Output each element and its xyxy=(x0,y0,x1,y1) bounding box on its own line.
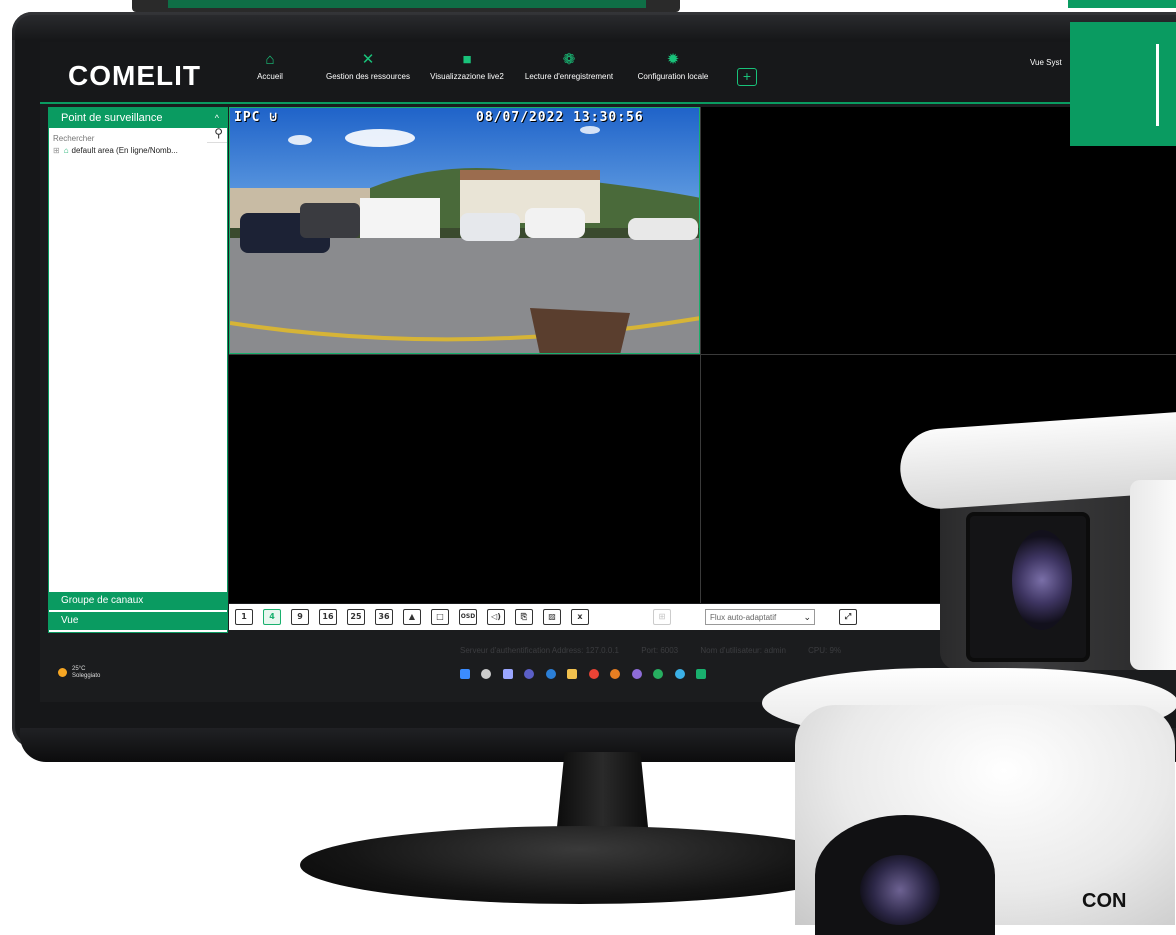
weather-temp: 25°C xyxy=(72,666,86,672)
system-view-label[interactable]: Vue Syst xyxy=(1030,58,1062,67)
status-bar: Serveur d'authentification Address: 127.… xyxy=(460,646,861,655)
search-icon[interactable]: ⚲ xyxy=(214,126,223,140)
layout-1-button[interactable]: 1 xyxy=(235,609,253,625)
app-icon[interactable] xyxy=(653,669,664,679)
comelit-logo: COMELIT xyxy=(68,60,201,92)
monitor-behind xyxy=(132,0,680,12)
grid-button[interactable]: ⊞ xyxy=(653,609,671,625)
view-tab[interactable]: Vue xyxy=(49,612,227,630)
accent-bar xyxy=(1156,44,1159,126)
panel-title: Point de surveillance xyxy=(61,112,163,124)
status-user: Nom d'utilisateur: admin xyxy=(700,646,786,655)
stop-all-button[interactable]: x xyxy=(571,609,589,625)
task-view-icon[interactable] xyxy=(502,669,513,679)
status-server: Serveur d'authentification Address: 127.… xyxy=(460,646,619,655)
expand-icon[interactable]: ⤢ xyxy=(839,609,857,625)
bullet-camera-lens xyxy=(1012,530,1072,630)
video-tile-3[interactable] xyxy=(229,355,700,603)
dome-camera-logo: CON xyxy=(1082,890,1127,912)
chevron-up-icon[interactable]: ^ xyxy=(215,108,219,128)
layout-4-button[interactable]: 4 xyxy=(263,609,281,625)
bullet-camera-side xyxy=(1130,480,1176,670)
edge-icon[interactable] xyxy=(545,669,556,679)
playback-icon: ❁ xyxy=(562,51,576,68)
home-icon: ⌂ xyxy=(265,51,275,68)
tree-item-label: default area (En ligne/Nomb... xyxy=(71,146,178,155)
channel-group-tab[interactable]: Groupe de canaux xyxy=(49,592,227,610)
nav-label: Accueil xyxy=(257,72,283,81)
audio-button[interactable]: ◁) xyxy=(487,609,505,625)
folder-icon[interactable] xyxy=(567,669,578,679)
weather-desc: Soleggiato xyxy=(72,673,101,679)
osd-toggle-button[interactable]: OSD xyxy=(459,609,477,625)
os-taskbar xyxy=(460,666,713,684)
video-tile-1[interactable]: IPC ⊍ 08/07/2022 13:30:56 xyxy=(229,107,700,354)
nav-label: Lecture d'enregistrement xyxy=(524,72,614,81)
close-all-button[interactable]: ▨ xyxy=(543,609,561,625)
search-icon[interactable] xyxy=(481,669,492,679)
channel-label: IPC ⊍ xyxy=(234,110,278,125)
gear-icon: ✹ xyxy=(666,51,680,68)
nav-label: Gestion des ressources xyxy=(325,72,411,81)
camera-feed-image xyxy=(230,108,699,353)
chevron-down-icon: ⌄ xyxy=(803,612,811,622)
surveillance-header[interactable]: Point de surveillance ^ xyxy=(49,108,227,128)
brand-accent-strip xyxy=(1068,0,1176,8)
dome-camera-lens xyxy=(860,855,940,925)
nav-label: Configuration locale xyxy=(637,72,709,81)
nav-underline xyxy=(40,102,1176,104)
layout-9-button[interactable]: 9 xyxy=(291,609,309,625)
nav-live-view[interactable]: ■ Visualizzazione live2 xyxy=(422,51,512,82)
search-input[interactable] xyxy=(49,131,207,146)
nav-resources[interactable]: ✕ Gestion des ressources xyxy=(316,51,420,82)
tools-icon: ✕ xyxy=(361,51,375,68)
nav-label: Visualizzazione live2 xyxy=(430,72,504,81)
chrome-icon[interactable] xyxy=(588,669,599,679)
monitor-gloss xyxy=(12,12,1176,40)
timestamp-overlay: 08/07/2022 13:30:56 xyxy=(476,110,644,125)
signal-icon: ⊍ xyxy=(269,110,279,125)
layout-25-button[interactable]: 25 xyxy=(347,609,365,625)
custom-layout-button[interactable]: ▲ xyxy=(403,609,421,625)
nav-playback[interactable]: ❁ Lecture d'enregistrement xyxy=(514,51,624,82)
channel-name: IPC xyxy=(234,110,261,125)
grid-divider-horizontal xyxy=(229,354,1176,355)
search-box: ⚲ xyxy=(49,126,227,146)
area-icon: ⌂ xyxy=(63,146,69,155)
app-icon[interactable] xyxy=(674,669,685,679)
stream-select[interactable]: Flux auto-adaptatif ⌄ xyxy=(705,609,815,625)
grid-divider-vertical xyxy=(700,107,701,603)
status-cpu: CPU: 9% xyxy=(808,646,842,655)
left-panel: Point de surveillance ^ ⚲ ⊞⌂default area… xyxy=(48,107,228,633)
video-camera-icon: ■ xyxy=(462,51,472,68)
app-icon[interactable] xyxy=(610,669,621,679)
monitor-behind-screen xyxy=(168,0,646,8)
sun-icon xyxy=(58,668,67,677)
top-nav-bar: COMELIT ⌂ Accueil ✕ Gestion des ressourc… xyxy=(40,42,1176,102)
comelit-app-icon[interactable] xyxy=(695,669,706,679)
monitor-stand-base xyxy=(300,826,860,904)
chat-icon[interactable] xyxy=(524,669,535,679)
full-screen-button[interactable]: □ xyxy=(431,609,449,625)
stream-select-value: Flux auto-adaptatif xyxy=(710,613,777,622)
layout-36-button[interactable]: 36 xyxy=(375,609,393,625)
start-icon[interactable] xyxy=(460,669,470,679)
plus-square-icon[interactable]: + xyxy=(737,68,757,86)
logo-text: COMELIT xyxy=(68,60,201,91)
nav-accueil[interactable]: ⌂ Accueil xyxy=(250,51,290,82)
brand-accent-block xyxy=(1070,22,1176,146)
nav-local-config[interactable]: ✹ Configuration locale xyxy=(628,51,718,82)
layout-16-button[interactable]: 16 xyxy=(319,609,337,625)
status-port: Port: 6003 xyxy=(641,646,679,655)
snapshot-button[interactable]: ⎘ xyxy=(515,609,533,625)
app-icon[interactable] xyxy=(631,669,642,679)
expand-icon[interactable]: ⊞ xyxy=(53,146,60,155)
